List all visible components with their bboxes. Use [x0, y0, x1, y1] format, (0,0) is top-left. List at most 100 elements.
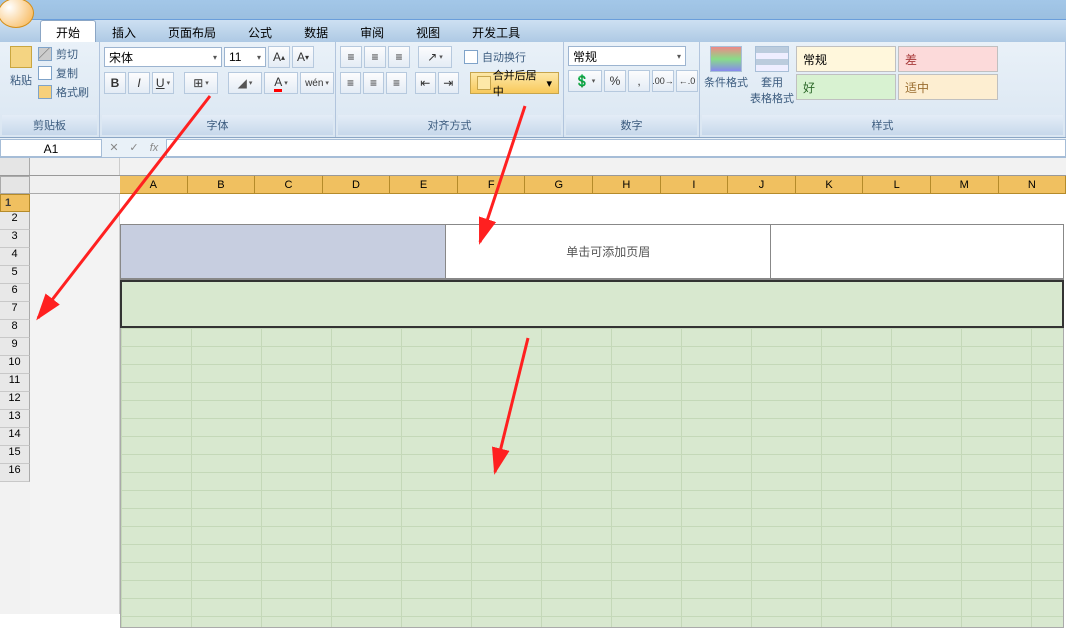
- merge-icon: [477, 76, 490, 90]
- font-size-select[interactable]: 11▾: [224, 47, 266, 67]
- row-header[interactable]: 16: [0, 464, 30, 482]
- chevron-down-icon: ▾: [213, 53, 217, 62]
- column-header[interactable]: J: [728, 176, 796, 193]
- name-box[interactable]: A1: [0, 139, 102, 157]
- header-right-section[interactable]: [771, 224, 1064, 279]
- fx-button[interactable]: fx: [146, 140, 162, 156]
- column-header[interactable]: M: [931, 176, 999, 193]
- decrease-decimal-button[interactable]: ←.0: [676, 70, 698, 92]
- align-left-button[interactable]: ≡: [340, 72, 361, 94]
- column-header[interactable]: D: [323, 176, 391, 193]
- font-name-select[interactable]: 宋体▾: [104, 47, 222, 67]
- conditional-format-button[interactable]: 条件格式: [704, 46, 748, 90]
- copy-icon: [38, 66, 52, 80]
- column-header[interactable]: B: [188, 176, 256, 193]
- cut-button[interactable]: 剪切: [38, 46, 89, 62]
- row-header[interactable]: 8: [0, 320, 30, 338]
- decrease-font-button[interactable]: A▾: [292, 46, 314, 68]
- comma-button[interactable]: ,: [628, 70, 650, 92]
- column-header[interactable]: C: [255, 176, 323, 193]
- font-color-button[interactable]: A▾: [264, 72, 298, 94]
- column-header[interactable]: L: [863, 176, 931, 193]
- style-normal[interactable]: 常规: [796, 46, 896, 72]
- style-bad[interactable]: 差: [898, 46, 998, 72]
- tab-formula[interactable]: 公式: [232, 20, 288, 42]
- table-format-icon: [755, 46, 789, 72]
- align-top-button[interactable]: ≡: [340, 46, 362, 68]
- paste-label: 粘贴: [10, 72, 32, 88]
- column-headers[interactable]: ABCDEFGHIJKLMN: [120, 176, 1066, 194]
- confirm-icon[interactable]: ✓: [126, 140, 142, 156]
- table-format-button[interactable]: 套用 表格格式: [750, 46, 794, 106]
- row-header[interactable]: 14: [0, 428, 30, 446]
- phonetic-button[interactable]: wén▾: [300, 72, 334, 94]
- ruler-horizontal[interactable]: [120, 158, 1066, 175]
- row-header[interactable]: 15: [0, 446, 30, 464]
- row-header[interactable]: 5: [0, 266, 30, 284]
- decrease-indent-button[interactable]: ⇤: [415, 72, 436, 94]
- fill-color-button[interactable]: ◢▾: [228, 72, 262, 94]
- format-painter-button[interactable]: 格式刷: [38, 84, 89, 100]
- italic-button[interactable]: I: [128, 72, 150, 94]
- wrap-text-button[interactable]: 自动换行: [464, 49, 526, 65]
- style-good[interactable]: 好: [796, 74, 896, 100]
- select-all-corner[interactable]: [0, 176, 30, 194]
- tab-review[interactable]: 审阅: [344, 20, 400, 42]
- align-bottom-button[interactable]: ≡: [388, 46, 410, 68]
- page-header-zone[interactable]: 单击可添加页眉: [120, 224, 1064, 280]
- row-header[interactable]: 12: [0, 392, 30, 410]
- align-middle-button[interactable]: ≡: [364, 46, 386, 68]
- column-header[interactable]: H: [593, 176, 661, 193]
- ruler-corner: [0, 158, 30, 175]
- bold-button[interactable]: B: [104, 72, 126, 94]
- currency-button[interactable]: 💲▾: [568, 70, 602, 92]
- format-painter-icon: [38, 85, 52, 99]
- column-header[interactable]: K: [796, 176, 864, 193]
- row-header[interactable]: 11: [0, 374, 30, 392]
- column-header[interactable]: E: [390, 176, 458, 193]
- increase-font-button[interactable]: A▴: [268, 46, 290, 68]
- column-header[interactable]: N: [999, 176, 1066, 193]
- number-format-select[interactable]: 常规▾: [568, 46, 686, 66]
- row-headers[interactable]: 12345678910111213141516: [0, 194, 30, 614]
- row-header[interactable]: 4: [0, 248, 30, 266]
- tab-data[interactable]: 数据: [288, 20, 344, 42]
- merge-center-button[interactable]: 合并后居中▾: [470, 72, 559, 94]
- underline-button[interactable]: U▾: [152, 72, 174, 94]
- align-center-button[interactable]: ≡: [363, 72, 384, 94]
- row-header[interactable]: 6: [0, 284, 30, 302]
- style-mid[interactable]: 适中: [898, 74, 998, 100]
- orientation-button[interactable]: ↗▾: [418, 46, 452, 68]
- cancel-icon[interactable]: ✕: [106, 140, 122, 156]
- header-center-section[interactable]: 单击可添加页眉: [445, 224, 771, 279]
- paste-button[interactable]: 粘贴: [4, 46, 38, 88]
- column-header[interactable]: F: [458, 176, 526, 193]
- tab-view[interactable]: 视图: [400, 20, 456, 42]
- merged-cell-a1n1[interactable]: [120, 280, 1064, 328]
- tab-page-layout[interactable]: 页面布局: [152, 20, 232, 42]
- tab-dev[interactable]: 开发工具: [456, 20, 536, 42]
- percent-button[interactable]: %: [604, 70, 626, 92]
- row-header[interactable]: 1: [0, 194, 30, 212]
- formula-input[interactable]: [166, 139, 1066, 157]
- column-header[interactable]: G: [525, 176, 593, 193]
- row-header[interactable]: 3: [0, 230, 30, 248]
- font-group-label: 字体: [102, 115, 333, 135]
- spreadsheet-grid[interactable]: [120, 328, 1064, 628]
- row-header[interactable]: 2: [0, 212, 30, 230]
- row-header[interactable]: 7: [0, 302, 30, 320]
- tab-insert[interactable]: 插入: [96, 20, 152, 42]
- tab-start[interactable]: 开始: [40, 20, 96, 42]
- align-right-button[interactable]: ≡: [386, 72, 407, 94]
- column-header[interactable]: A: [120, 176, 188, 193]
- border-button[interactable]: ⊞▾: [184, 72, 218, 94]
- ruler-vertical[interactable]: [30, 194, 120, 614]
- row-header[interactable]: 9: [0, 338, 30, 356]
- increase-decimal-button[interactable]: .00→: [652, 70, 674, 92]
- header-left-section[interactable]: [120, 224, 445, 279]
- row-header[interactable]: 10: [0, 356, 30, 374]
- copy-button[interactable]: 复制: [38, 65, 89, 81]
- row-header[interactable]: 13: [0, 410, 30, 428]
- column-header[interactable]: I: [661, 176, 729, 193]
- increase-indent-button[interactable]: ⇥: [438, 72, 459, 94]
